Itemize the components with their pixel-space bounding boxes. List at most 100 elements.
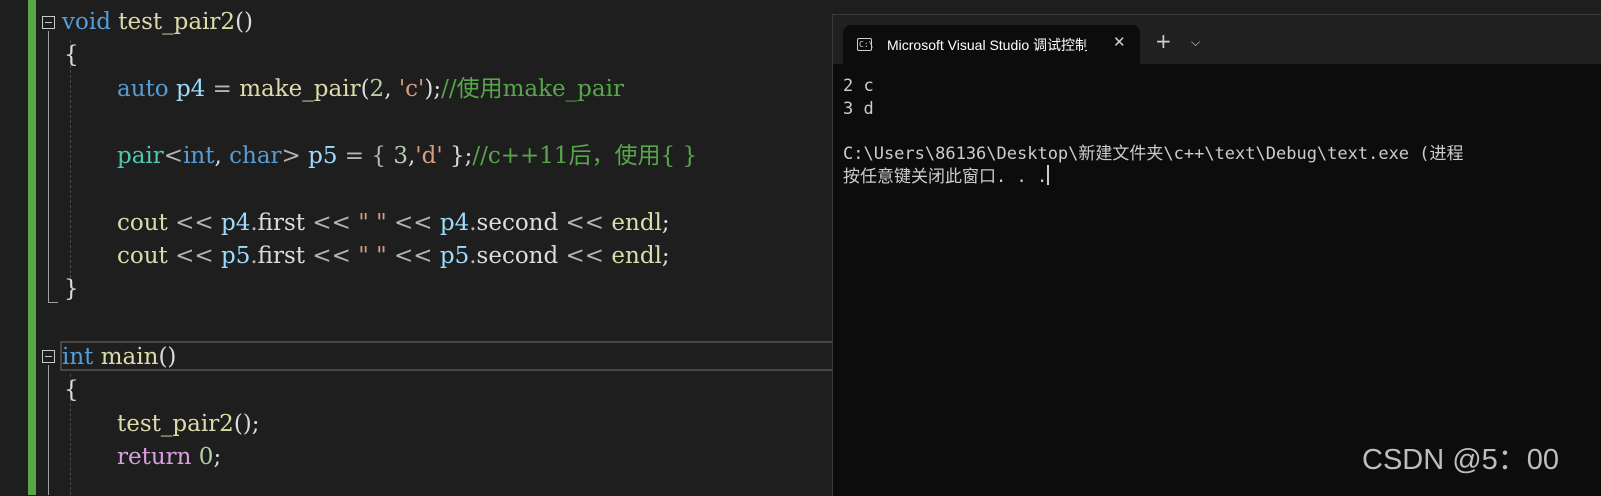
token-function: main [100,344,159,370]
token-keyword: void [62,9,111,35]
token-variable: p4 [439,210,470,236]
token-brace: { [64,42,79,68]
token-brace: { [64,377,79,403]
chevron-down-icon[interactable]: ⌵ [1191,35,1200,50]
output-line: 3 d [843,98,874,119]
token-keyword: char [229,143,282,169]
token-semicolon: ; [213,444,222,470]
token-variable: p5 [308,143,338,169]
token-paren: () [158,344,177,370]
token-comment: //使用make_pair [441,76,624,102]
token-operator: << [558,243,612,269]
token-identifier: cout [117,210,168,236]
terminal-icon: C:\ [857,38,874,51]
code-line-10[interactable]: test_pair2(); [117,408,260,441]
token-string: " " [358,243,387,269]
fold-range-end [48,302,58,303]
new-tab-button[interactable]: + [1155,31,1172,51]
editor-gutter [0,0,26,495]
token-keyword: int [62,344,94,370]
token-number: 3 [393,143,408,169]
token-member: second [476,210,559,236]
token-identifier: endl [611,210,662,236]
current-line-highlight [60,341,840,371]
token-operator: << [386,243,440,269]
close-icon[interactable]: ✕ [1113,33,1126,51]
token-type: pair [117,143,164,169]
token-number: 2 [369,76,385,102]
terminal-output[interactable]: 2 c3 d C:\Users\86136\Desktop\新建文件夹\c++\t… [843,75,1464,189]
token-operator: << [167,210,221,236]
token-paren: (); [233,411,260,437]
token-variable: p5 [439,243,470,269]
token-operator: << [305,210,359,236]
token-keyword: auto [117,76,169,102]
token-char-literal: 'c' [398,76,425,102]
fold-range-line [48,31,49,302]
token-function: make_pair [239,76,361,102]
code-line-8[interactable]: int main() [62,341,176,374]
token-operator: = { [337,143,394,169]
token-member: first [257,210,306,236]
token-member: first [257,243,306,269]
code-line-5[interactable]: cout << p4.first << " " << p4.second << … [117,207,670,240]
change-tracking-bar [28,0,36,495]
token-comment: //c++11后，使用{ } [472,143,698,169]
token-number: 0 [198,444,214,470]
code-line-3[interactable]: auto p4 = make_pair(2, 'c');//使用make_pai… [117,73,624,106]
code-line-2[interactable]: { [64,39,79,72]
token-semicolon: ; [661,243,670,269]
token-identifier: endl [611,243,662,269]
token-dot: . [469,210,477,236]
token-paren: () [235,9,254,35]
output-line-text: 按任意键关闭此窗口. . . [843,167,1048,187]
output-line: C:\Users\86136\Desktop\新建文件夹\c++\text\De… [843,143,1464,164]
token-keyword: return [117,444,192,470]
token-member: second [476,243,559,269]
token-paren: ( [360,76,370,102]
code-line-6[interactable]: cout << p5.first << " " << p5.second << … [117,240,670,273]
token-operator: << [558,210,612,236]
code-line-7[interactable]: } [64,273,79,306]
code-line-9[interactable]: { [64,374,79,407]
watermark: CSDN @5：00 [1362,444,1560,476]
token-operator: << [167,243,221,269]
indent-guide [70,40,71,288]
token-comma: , [384,76,399,102]
token-operator: = [205,76,240,102]
token-brace: }; [442,143,473,169]
token-dot: . [250,243,258,269]
fold-toggle-test-pair2[interactable] [42,16,55,29]
token-operator: << [386,210,440,236]
token-dot: . [250,210,258,236]
token-variable: p5 [220,243,251,269]
token-paren: ); [424,76,442,102]
output-line: 按任意键关闭此窗口. . . [843,165,1464,189]
tab-title: Microsoft Visual Studio 调试控制台 [887,37,1087,53]
token-brace: } [64,276,79,302]
token-string: " " [358,210,387,236]
code-line-1[interactable]: void test_pair2() [62,6,253,39]
token-function: test_pair2 [118,9,236,35]
token-operator: < [163,143,184,169]
token-dot: . [469,243,477,269]
token-keyword: int [183,143,215,169]
text-cursor [1047,165,1050,185]
token-identifier: cout [117,243,168,269]
fold-toggle-main[interactable] [42,350,55,363]
token-comma: , [214,143,230,169]
token-variable: p4 [175,76,206,102]
debug-console-window[interactable]: C:\ Microsoft Visual Studio 调试控制台 ✕ + ⌵ … [832,14,1601,496]
code-line-4[interactable]: pair<int, char> p5 = { 3,'d' };//c++11后，… [117,140,697,173]
token-char-literal: 'd' [415,143,443,169]
token-semicolon: ; [661,210,670,236]
output-line: 2 c [843,76,874,96]
token-operator: << [305,243,359,269]
code-line-11[interactable]: return 0; [117,441,221,474]
token-operator: > [281,143,301,169]
terminal-tab[interactable]: C:\ Microsoft Visual Studio 调试控制台 ✕ [843,25,1140,65]
